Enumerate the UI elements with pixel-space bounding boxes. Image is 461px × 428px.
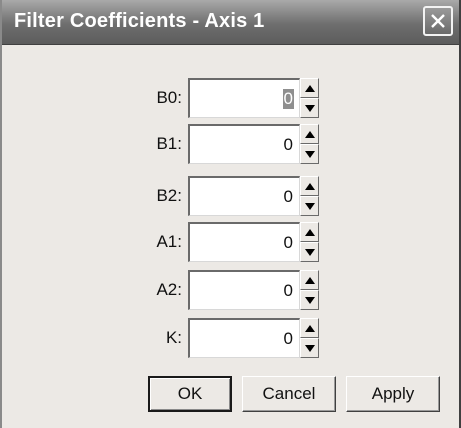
spin-down-button-k[interactable] — [300, 338, 319, 358]
spinner-k — [300, 318, 319, 358]
apply-button[interactable]: Apply — [346, 376, 440, 412]
spinner-b1 — [300, 124, 319, 164]
coefficient-row-b0: B0: 0 — [2, 78, 461, 118]
coefficient-row-b1: B1: 0 — [2, 124, 461, 164]
window-title: Filter Coefficients - Axis 1 — [14, 10, 265, 32]
down-arrow-icon — [305, 297, 315, 304]
spin-up-button-k[interactable] — [300, 318, 319, 338]
ok-button[interactable]: OK — [148, 376, 232, 412]
coefficient-label-a1: A1: — [156, 232, 182, 251]
up-arrow-icon — [305, 277, 315, 284]
up-arrow-icon — [305, 131, 315, 138]
close-button[interactable] — [423, 6, 453, 36]
coefficient-label-b1: B1: — [156, 134, 182, 153]
spin-up-button-a2[interactable] — [300, 270, 319, 290]
spinner-a2 — [300, 270, 319, 310]
coefficient-value-b1: 0 — [283, 135, 293, 154]
spinner-b2 — [300, 176, 319, 216]
coefficient-label-b0: B0: — [156, 88, 182, 107]
spin-down-button-a1[interactable] — [300, 242, 319, 262]
spin-down-button-a2[interactable] — [300, 290, 319, 310]
spin-down-button-b2[interactable] — [300, 196, 319, 216]
up-arrow-icon — [305, 85, 315, 92]
coefficient-row-b2: B2: 0 — [2, 176, 461, 216]
close-icon — [431, 14, 445, 28]
coefficient-label-a2: A2: — [156, 280, 182, 299]
coefficient-label-k: K: — [165, 328, 182, 347]
coefficient-input-k[interactable]: 0 — [188, 318, 300, 358]
spin-up-button-b1[interactable] — [300, 124, 319, 144]
spinner-a1 — [300, 222, 319, 262]
coefficient-input-b2[interactable]: 0 — [188, 176, 300, 216]
coefficient-value-k: 0 — [283, 329, 293, 348]
coefficient-label-b2: B2: — [156, 186, 182, 205]
title-bar[interactable]: Filter Coefficients - Axis 1 — [2, 0, 459, 45]
coefficient-row-a2: A2: 0 — [2, 270, 461, 310]
up-arrow-icon — [305, 229, 315, 236]
coefficient-value-a1: 0 — [283, 233, 293, 252]
coefficient-value-a2: 0 — [283, 281, 293, 300]
up-arrow-icon — [305, 325, 315, 332]
coefficient-input-a1[interactable]: 0 — [188, 222, 300, 262]
spin-down-button-b1[interactable] — [300, 144, 319, 164]
spin-up-button-b2[interactable] — [300, 176, 319, 196]
coefficient-row-k: K: 0 — [2, 318, 461, 358]
spin-up-button-b0[interactable] — [300, 78, 319, 98]
coefficient-input-a2[interactable]: 0 — [188, 270, 300, 310]
down-arrow-icon — [305, 203, 315, 210]
coefficient-value-b0: 0 — [282, 89, 294, 109]
down-arrow-icon — [305, 105, 315, 112]
cancel-button[interactable]: Cancel — [242, 376, 336, 412]
down-arrow-icon — [305, 345, 315, 352]
down-arrow-icon — [305, 249, 315, 256]
coefficient-row-a1: A1: 0 — [2, 222, 461, 262]
spinner-b0 — [300, 78, 319, 118]
up-arrow-icon — [305, 183, 315, 190]
down-arrow-icon — [305, 151, 315, 158]
spin-up-button-a1[interactable] — [300, 222, 319, 242]
coefficient-input-b0[interactable]: 0 — [188, 78, 300, 118]
spin-down-button-b0[interactable] — [300, 98, 319, 118]
coefficient-value-b2: 0 — [283, 187, 293, 206]
filter-coefficients-dialog: Filter Coefficients - Axis 1 B0: 0 B1: 0 — [0, 0, 461, 428]
coefficient-input-b1[interactable]: 0 — [188, 124, 300, 164]
